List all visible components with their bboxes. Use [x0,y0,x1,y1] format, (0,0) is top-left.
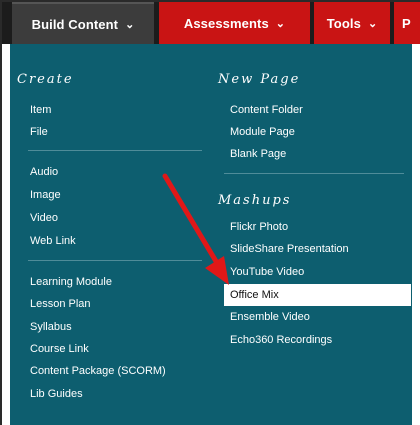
menu-item-lesson-plan[interactable]: Lesson Plan [30,297,91,311]
menu-item-file[interactable]: File [30,125,48,139]
menu-item-item[interactable]: Item [30,103,51,117]
menu-item-course-link[interactable]: Course Link [30,342,89,356]
menu-item-blank-page[interactable]: Blank Page [230,147,286,161]
tab-tools-label: Tools [326,15,361,31]
chevron-down-icon: ⌄ [125,18,135,31]
new-page-heading: New Page [218,72,301,87]
course-menu-bar: Build Content ⌄ Assessments ⌄ Tools ⌄ P [2,2,420,44]
menu-item-image[interactable]: Image [30,188,61,202]
create-heading: Create [17,72,74,87]
chevron-down-icon: ⌄ [275,17,286,30]
menu-item-echo360[interactable]: Echo360 Recordings [230,333,332,347]
menu-item-web-link[interactable]: Web Link [30,234,76,248]
divider [28,260,202,261]
divider [224,173,404,174]
menu-item-ensemble-video[interactable]: Ensemble Video [230,310,310,324]
mashups-heading: Mashups [218,193,292,208]
menu-item-content-package[interactable]: Content Package (SCORM) [30,364,166,378]
menu-item-audio[interactable]: Audio [30,165,58,179]
tab-build-content-label: Build Content [31,16,119,32]
tab-partial[interactable]: P [394,2,420,44]
menu-item-learning-module[interactable]: Learning Module [30,275,112,289]
tab-partial-label: P [402,15,411,31]
tab-build-content[interactable]: Build Content ⌄ [12,2,154,44]
menu-item-slideshare[interactable]: SlideShare Presentation [230,242,349,256]
menu-item-office-mix[interactable]: Office Mix [224,284,411,306]
menu-item-flickr-photo[interactable]: Flickr Photo [230,220,288,234]
tab-assessments-label: Assessments [183,15,269,31]
menu-item-lib-guides[interactable]: Lib Guides [30,387,83,401]
chevron-down-icon: ⌄ [367,17,378,30]
build-content-dropdown: Create Item File Audio Image Video Web L… [10,44,412,425]
divider [28,150,202,151]
menu-item-content-folder[interactable]: Content Folder [230,103,303,117]
tab-assessments[interactable]: Assessments ⌄ [159,2,310,44]
menu-item-video[interactable]: Video [30,211,58,225]
menu-item-module-page[interactable]: Module Page [230,125,295,139]
tab-tools[interactable]: Tools ⌄ [314,2,390,44]
menu-item-syllabus[interactable]: Syllabus [30,320,72,334]
menu-item-youtube-video[interactable]: YouTube Video [230,265,304,279]
